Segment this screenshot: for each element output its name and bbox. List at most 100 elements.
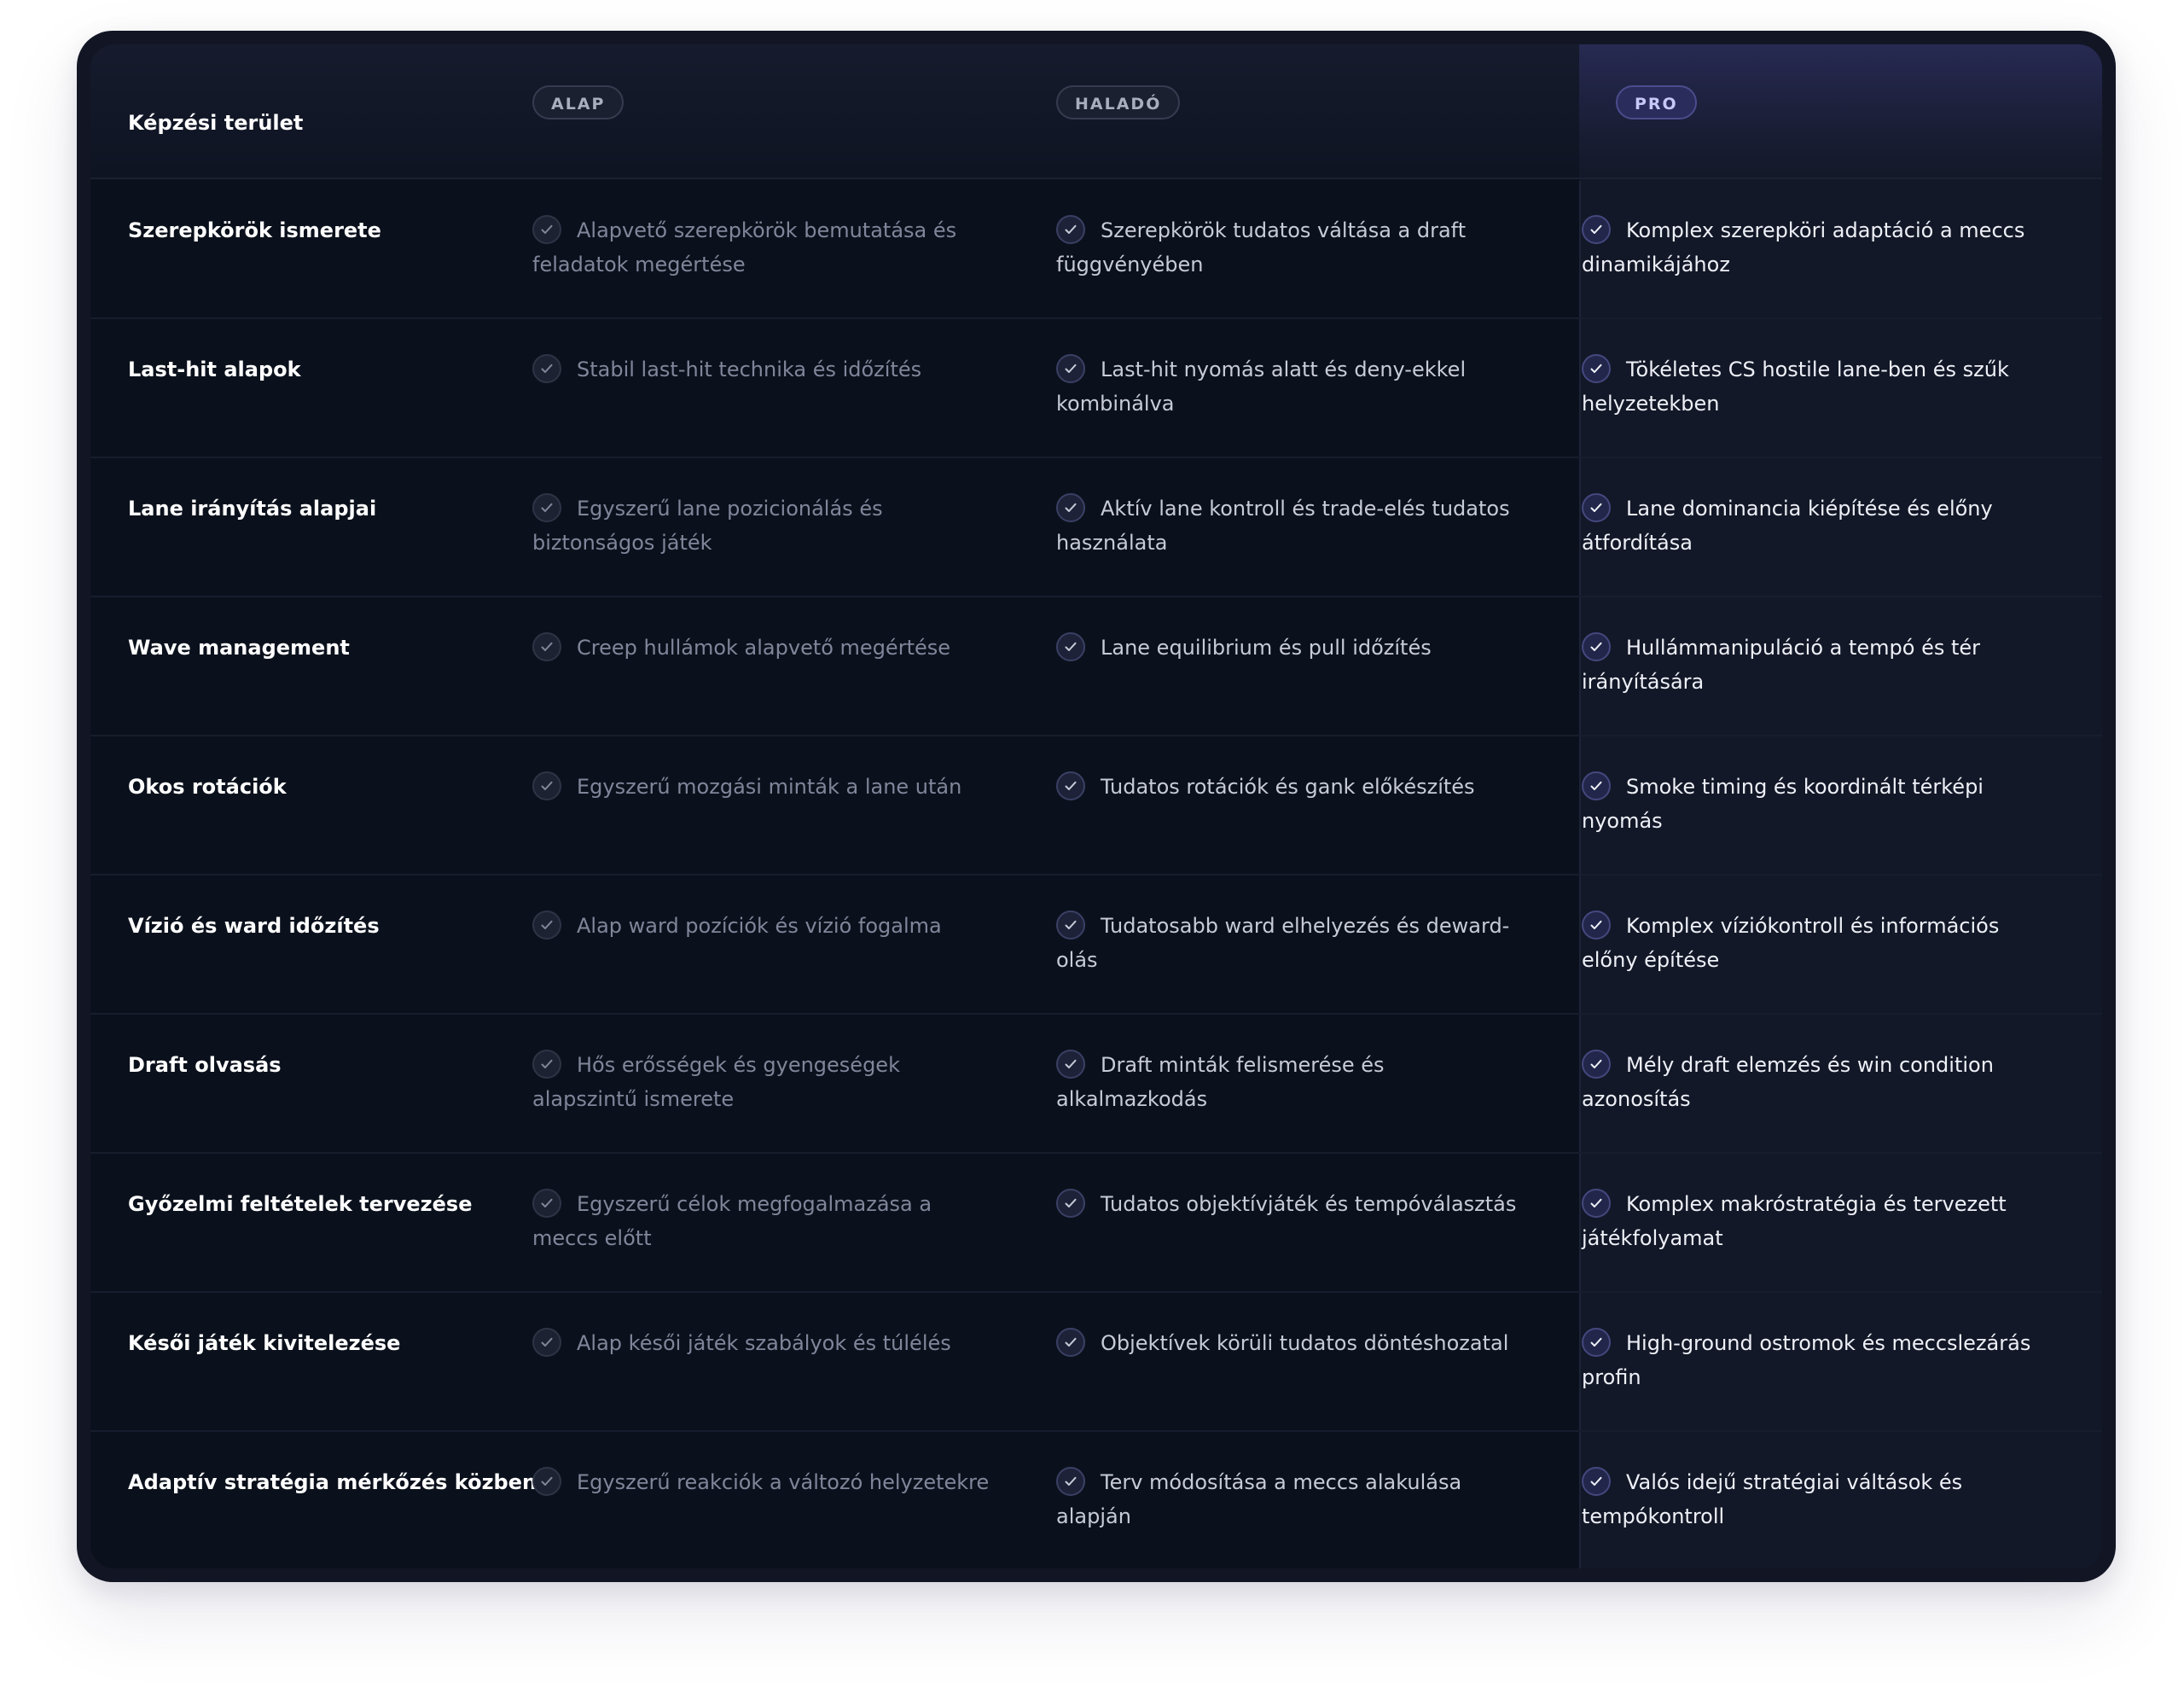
cell-advanced: Tudatos rotációk és gank előkészítés (1056, 770, 1517, 804)
cell-text: Komplex szerepköri adaptáció a meccs din… (1582, 218, 2025, 276)
table-row: Wave management Creep hullámok alapvető m… (90, 596, 2102, 736)
cell-text: Stabil last-hit technika és időzítés (577, 358, 922, 381)
cell-advanced: Tudatosabb ward elhelyezés és deward-olá… (1056, 909, 1517, 977)
cell-text: Draft minták felismerése és alkalmazkodá… (1056, 1053, 1385, 1111)
cell-advanced: Tudatos objektívjáték és tempóválasztás (1056, 1187, 1517, 1221)
cell-pro: Komplex makróstratégia és tervezett játé… (1582, 1187, 2042, 1255)
cell-pro: Komplex víziókontroll és információs elő… (1582, 909, 2042, 977)
table-row: Győzelmi feltételek tervezése Egyszerű cé… (90, 1153, 2102, 1293)
check-icon (532, 1050, 561, 1079)
cell-text: Egyszerű reakciók a változó helyzetekre (577, 1470, 990, 1494)
check-icon (532, 632, 561, 661)
table-row: Adaptív stratégia mérkőzés közben Egyszer… (90, 1431, 2102, 1568)
table-row: Vízió és ward időzítés Alap ward pozíciók… (90, 875, 2102, 1015)
cell-text: Egyszerű mozgási minták a lane után (577, 775, 962, 799)
check-icon (1582, 771, 1611, 800)
check-icon (532, 1189, 561, 1218)
cell-text: Komplex makróstratégia és tervezett játé… (1582, 1192, 2007, 1250)
check-icon (532, 771, 561, 800)
check-icon (532, 493, 561, 522)
cell-text: Lane equilibrium és pull időzítés (1101, 636, 1432, 660)
cell-advanced: Draft minták felismerése és alkalmazkodá… (1056, 1048, 1517, 1116)
table-header: Képzési terület ALAP HALADÓ PRO (90, 44, 2102, 179)
check-icon (1056, 354, 1085, 383)
cell-text: Terv módosítása a meccs alakulása alapjá… (1056, 1470, 1462, 1528)
row-area-label: Adaptív stratégia mérkőzés közben (128, 1470, 537, 1494)
cell-text: Valós idejű stratégiai váltások és tempó… (1582, 1470, 1963, 1528)
cell-text: High-ground ostromok és meccslezárás pro… (1582, 1331, 2031, 1389)
row-area-label: Lane irányítás alapjai (128, 497, 377, 521)
cell-text: Mély draft elemzés és win condition azon… (1582, 1053, 1994, 1111)
check-icon (1056, 632, 1085, 661)
check-icon (1582, 1189, 1611, 1218)
cell-pro: Smoke timing és koordinált térképi nyomá… (1582, 770, 2042, 838)
cell-pro: Tökéletes CS hostile lane-ben és szűk he… (1582, 352, 2042, 421)
cell-basic: Hős erősségek és gyengeségek alapszintű … (532, 1048, 993, 1116)
cell-text: Egyszerű lane pozicionálás és biztonságo… (532, 497, 883, 555)
cell-text: Last-hit nyomás alatt és deny-ekkel komb… (1056, 358, 1467, 416)
cell-pro: High-ground ostromok és meccslezárás pro… (1582, 1326, 2042, 1394)
check-icon (1056, 493, 1085, 522)
cell-basic: Creep hullámok alapvető megértése (532, 631, 993, 665)
check-icon (1582, 1328, 1611, 1357)
cell-basic: Alap ward pozíciók és vízió fogalma (532, 909, 993, 943)
cell-advanced: Last-hit nyomás alatt és deny-ekkel komb… (1056, 352, 1517, 421)
check-icon (1582, 911, 1611, 940)
table-row: Lane irányítás alapjai Egyszerű lane pozi… (90, 457, 2102, 597)
cell-text: Szerepkörök tudatos váltása a draft függ… (1056, 218, 1467, 276)
cell-pro: Mély draft elemzés és win condition azon… (1582, 1048, 2042, 1116)
cell-basic: Alapvető szerepkörök bemutatása és felad… (532, 213, 993, 282)
cell-text: Tudatosabb ward elhelyezés és deward-olá… (1056, 914, 1510, 972)
cell-basic: Egyszerű célok megfogalmazása a meccs el… (532, 1187, 993, 1255)
area-column-title: Képzési terület (128, 111, 304, 135)
row-area-label: Wave management (128, 636, 350, 660)
table-row: Késői játék kivitelezése Alap késői játék… (90, 1292, 2102, 1432)
row-area-label: Késői játék kivitelezése (128, 1331, 401, 1355)
cell-text: Alapvető szerepkörök bemutatása és felad… (532, 218, 957, 276)
check-icon (1056, 1467, 1085, 1496)
cell-advanced: Szerepkörök tudatos váltása a draft függ… (1056, 213, 1517, 282)
check-icon (1056, 215, 1085, 244)
cell-text: Lane dominancia kiépítése és előny átfor… (1582, 497, 1993, 555)
comparison-card: Képzési terület ALAP HALADÓ PRO Szerepkö… (77, 31, 2116, 1582)
check-icon (1582, 215, 1611, 244)
cell-text: Hős erősségek és gyengeségek alapszintű … (532, 1053, 900, 1111)
check-icon (1056, 1189, 1085, 1218)
cell-text: Tökéletes CS hostile lane-ben és szűk he… (1582, 358, 2009, 416)
row-area-label: Draft olvasás (128, 1053, 282, 1077)
table-row: Last-hit alapok Stabil last-hit technika … (90, 318, 2102, 458)
cell-text: Hullámmanipuláció a tempó és tér irányít… (1582, 636, 1981, 694)
check-icon (1582, 1467, 1611, 1496)
check-icon (1582, 632, 1611, 661)
table-row: Szerepkörök ismerete Alapvető szerepkörök… (90, 179, 2102, 319)
cell-advanced: Aktív lane kontroll és trade-elés tudato… (1056, 492, 1517, 560)
cell-pro: Hullámmanipuláció a tempó és tér irányít… (1582, 631, 2042, 699)
cell-basic: Alap késői játék szabályok és túlélés (532, 1326, 993, 1360)
table-row: Okos rotációk Egyszerű mozgási minták a l… (90, 736, 2102, 876)
cell-text: Aktív lane kontroll és trade-elés tudato… (1056, 497, 1510, 555)
check-icon (532, 215, 561, 244)
cell-text: Egyszerű célok megfogalmazása a meccs el… (532, 1192, 932, 1250)
check-icon (1056, 911, 1085, 940)
check-icon (532, 911, 561, 940)
cell-basic: Egyszerű reakciók a változó helyzetekre (532, 1465, 993, 1499)
table-row: Draft olvasás Hős erősségek és gyengesége… (90, 1014, 2102, 1154)
cell-basic: Stabil last-hit technika és időzítés (532, 352, 993, 387)
cell-text: Tudatos rotációk és gank előkészítés (1101, 775, 1475, 799)
check-icon (1582, 1050, 1611, 1079)
row-area-label: Győzelmi feltételek tervezése (128, 1192, 473, 1216)
cell-text: Creep hullámok alapvető megértése (577, 636, 951, 660)
row-area-label: Szerepkörök ismerete (128, 218, 381, 242)
check-icon (1056, 1328, 1085, 1357)
cell-text: Objektívek körüli tudatos döntéshozatal (1101, 1331, 1509, 1355)
check-icon (532, 1328, 561, 1357)
row-area-label: Okos rotációk (128, 775, 287, 799)
cell-basic: Egyszerű lane pozicionálás és biztonságo… (532, 492, 993, 560)
check-icon (1582, 493, 1611, 522)
check-icon (532, 354, 561, 383)
check-icon (1056, 1050, 1085, 1079)
cell-basic: Egyszerű mozgási minták a lane után (532, 770, 993, 804)
cell-pro: Valós idejű stratégiai váltások és tempó… (1582, 1465, 2042, 1533)
tier-badge-basic: ALAP (532, 85, 624, 119)
tier-badge-advanced: HALADÓ (1056, 85, 1181, 119)
